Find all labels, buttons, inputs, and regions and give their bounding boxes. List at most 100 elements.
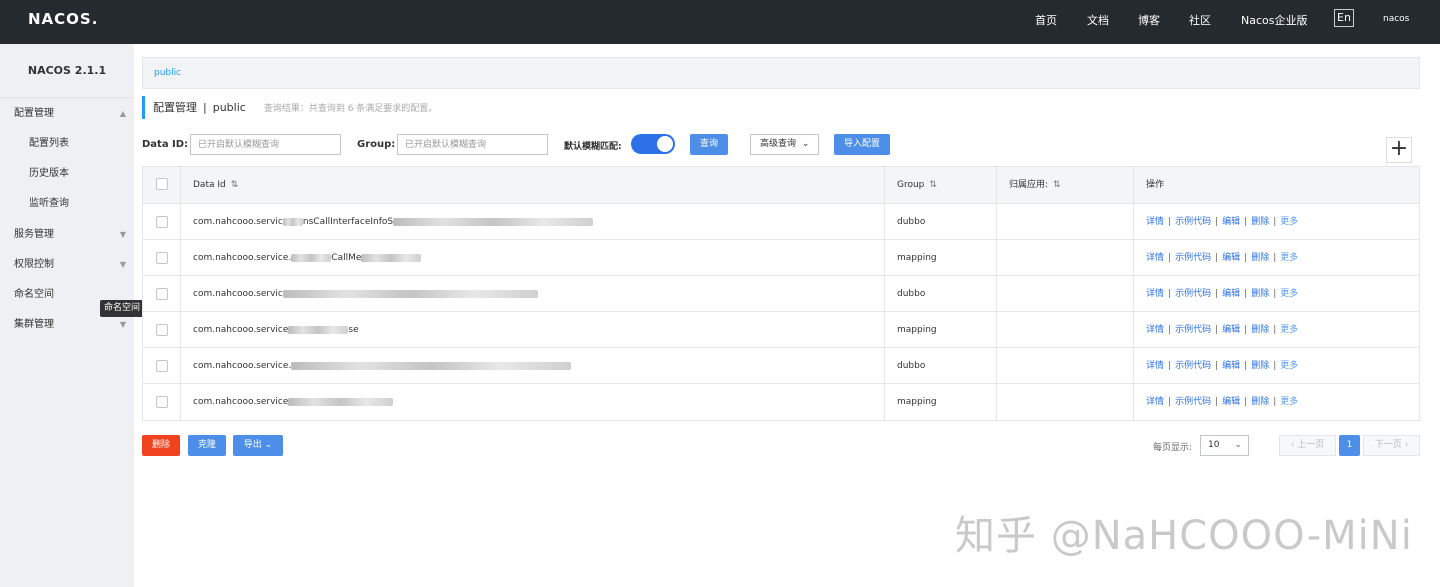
redacted-text: [361, 253, 422, 262]
sidebar-item-config-management[interactable]: 配置管理 ▲: [0, 99, 134, 129]
delete-link[interactable]: 删除: [1251, 325, 1269, 335]
next-page-button[interactable]: 下一页 ›: [1363, 435, 1420, 456]
sidebar-item-label: 配置管理: [14, 108, 54, 119]
op-separator: |: [1244, 217, 1248, 227]
col-header-dataid[interactable]: Data Id ⇅: [181, 167, 885, 203]
delete-link[interactable]: 删除: [1251, 289, 1269, 299]
sample-code-link[interactable]: 示例代码: [1175, 217, 1211, 227]
dataid-suffix: CallMe: [331, 253, 362, 263]
detail-link[interactable]: 详情: [1146, 361, 1164, 371]
op-separator: |: [1273, 361, 1277, 371]
dataid-cell: com.nahcooo.service: [181, 384, 885, 420]
more-link[interactable]: 更多: [1280, 397, 1298, 407]
more-link[interactable]: 更多: [1280, 361, 1298, 371]
sort-icon[interactable]: ⇅: [231, 180, 239, 190]
op-separator: |: [1168, 289, 1172, 299]
sample-code-link[interactable]: 示例代码: [1175, 397, 1211, 407]
edit-link[interactable]: 编辑: [1222, 289, 1240, 299]
page-size-label: 每页显示:: [1153, 443, 1193, 453]
sidebar-item-history[interactable]: 历史版本: [0, 159, 134, 189]
batch-delete-button[interactable]: 删除: [142, 435, 180, 456]
col-header-label: 操作: [1146, 180, 1165, 190]
export-button[interactable]: 导出 ⌄: [233, 435, 283, 456]
redacted-text: [288, 325, 349, 334]
advanced-query-button[interactable]: 高级查询 ⌄: [750, 134, 819, 155]
edit-link[interactable]: 编辑: [1222, 253, 1240, 263]
search-button[interactable]: 查询: [690, 134, 728, 155]
nav-community[interactable]: 社区: [1189, 12, 1211, 28]
op-separator: |: [1273, 397, 1277, 407]
add-config-button[interactable]: +: [1386, 137, 1412, 163]
sidebar-item-access-control[interactable]: 权限控制 ▼: [0, 250, 134, 280]
dataid-text: com.nahcooo.servic: [193, 217, 283, 227]
row-checkbox[interactable]: [156, 396, 168, 408]
delete-link[interactable]: 删除: [1251, 361, 1269, 371]
detail-link[interactable]: 详情: [1146, 253, 1164, 263]
row-checkbox[interactable]: [156, 252, 168, 264]
prev-page-button[interactable]: ‹ 上一页: [1279, 435, 1336, 456]
dataid-text: com.nahcooo.service: [193, 325, 289, 335]
nav-enterprise[interactable]: Nacos企业版: [1241, 12, 1307, 28]
detail-link[interactable]: 详情: [1146, 289, 1164, 299]
page-size-select[interactable]: 10 ⌄: [1200, 435, 1249, 456]
delete-link[interactable]: 删除: [1251, 253, 1269, 263]
sidebar-item-listener-query[interactable]: 监听查询: [0, 189, 134, 219]
row-checkbox[interactable]: [156, 324, 168, 336]
import-config-button[interactable]: 导入配置: [834, 134, 890, 155]
page-number-current[interactable]: 1: [1339, 435, 1360, 456]
op-separator: |: [1215, 361, 1219, 371]
nacos-logo[interactable]: NACOS.: [28, 10, 98, 28]
user-menu[interactable]: nacos: [1383, 14, 1409, 24]
sample-code-link[interactable]: 示例代码: [1175, 325, 1211, 335]
ops-cell: 详情 | 示例代码 | 编辑 | 删除 | 更多: [1134, 312, 1419, 347]
title-separator: |: [203, 101, 207, 114]
edit-link[interactable]: 编辑: [1222, 361, 1240, 371]
sample-code-link[interactable]: 示例代码: [1175, 253, 1211, 263]
dataid-input[interactable]: [190, 134, 341, 155]
more-link[interactable]: 更多: [1280, 217, 1298, 227]
detail-link[interactable]: 详情: [1146, 217, 1164, 227]
detail-link[interactable]: 详情: [1146, 397, 1164, 407]
delete-link[interactable]: 删除: [1251, 217, 1269, 227]
sidebar-item-config-list[interactable]: 配置列表: [0, 129, 134, 159]
more-link[interactable]: 更多: [1280, 325, 1298, 335]
col-header-group[interactable]: Group ⇅: [885, 167, 997, 203]
header-check-cell: [143, 167, 181, 203]
sidebar-item-service-management[interactable]: 服务管理 ▼: [0, 220, 134, 250]
edit-link[interactable]: 编辑: [1222, 325, 1240, 335]
clone-button[interactable]: 克隆: [188, 435, 226, 456]
op-separator: |: [1215, 289, 1219, 299]
select-all-checkbox[interactable]: [156, 178, 168, 190]
ops-cell: 详情 | 示例代码 | 编辑 | 删除 | 更多: [1134, 384, 1419, 420]
sample-code-link[interactable]: 示例代码: [1175, 289, 1211, 299]
page-title: 配置管理 | public 查询结果：共查询到 6 条满足要求的配置。: [142, 96, 437, 119]
row-checkbox[interactable]: [156, 360, 168, 372]
fuzzy-match-toggle[interactable]: [631, 134, 675, 154]
op-separator: |: [1244, 361, 1248, 371]
row-checkbox[interactable]: [156, 216, 168, 228]
dataid-label: Data ID:: [142, 139, 189, 150]
sort-icon[interactable]: ⇅: [1053, 180, 1061, 190]
redacted-text: [288, 397, 394, 406]
row-check-cell: [143, 312, 181, 347]
language-switch-button[interactable]: En: [1334, 9, 1354, 27]
sort-icon[interactable]: ⇅: [929, 180, 937, 190]
nav-blog[interactable]: 博客: [1138, 12, 1160, 28]
edit-link[interactable]: 编辑: [1222, 397, 1240, 407]
namespace-link-public[interactable]: public: [154, 68, 181, 78]
redacted-text: [393, 217, 594, 226]
ops-cell: 详情 | 示例代码 | 编辑 | 删除 | 更多: [1134, 240, 1419, 275]
app-cell: [997, 276, 1134, 311]
detail-link[interactable]: 详情: [1146, 325, 1164, 335]
more-link[interactable]: 更多: [1280, 289, 1298, 299]
nav-home[interactable]: 首页: [1035, 12, 1057, 28]
sample-code-link[interactable]: 示例代码: [1175, 361, 1211, 371]
row-checkbox[interactable]: [156, 288, 168, 300]
more-link[interactable]: 更多: [1280, 253, 1298, 263]
top-navbar: NACOS. 首页 文档 博客 社区 Nacos企业版 En nacos: [0, 0, 1440, 44]
edit-link[interactable]: 编辑: [1222, 217, 1240, 227]
col-header-app[interactable]: 归属应用: ⇅: [997, 167, 1134, 203]
nav-docs[interactable]: 文档: [1087, 12, 1109, 28]
delete-link[interactable]: 删除: [1251, 397, 1269, 407]
group-input[interactable]: [397, 134, 548, 155]
